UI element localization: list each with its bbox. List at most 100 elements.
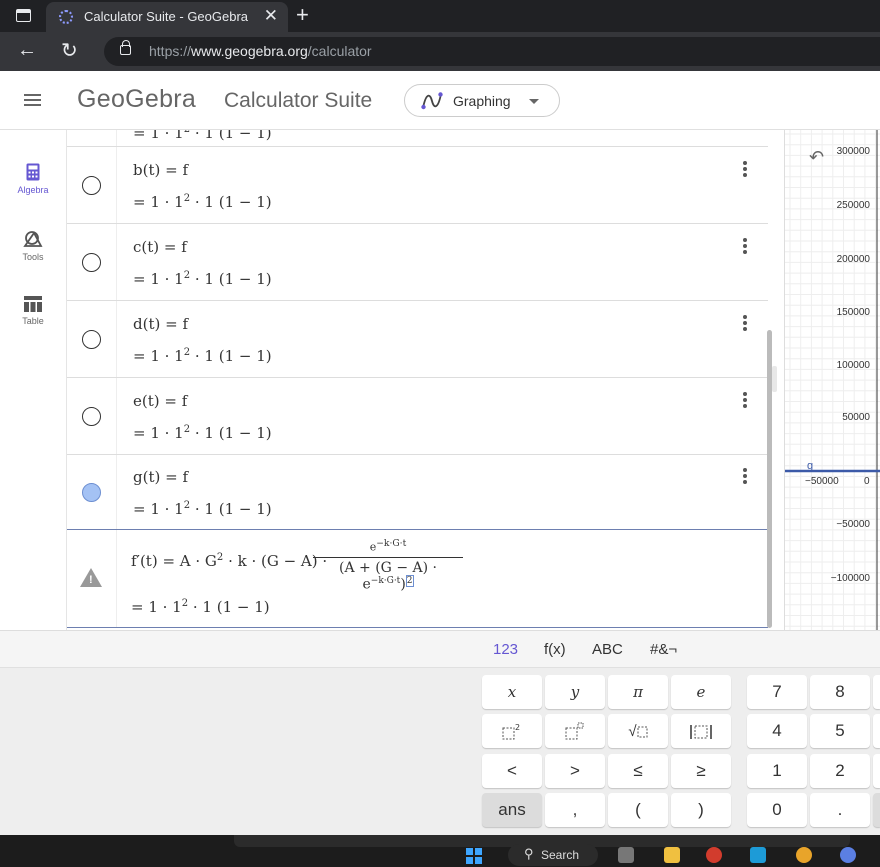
taskbar-search[interactable]: ⚲ Search <box>508 844 598 866</box>
keyboard-tab-123[interactable]: 123 <box>493 641 518 658</box>
more-options-icon[interactable] <box>743 238 747 256</box>
row-definition[interactable]: d(t) = f <box>133 315 188 333</box>
svg-text:2: 2 <box>515 723 520 732</box>
back-arrow-icon[interactable]: ← <box>17 39 37 62</box>
key-sqrt[interactable]: √ <box>608 714 668 748</box>
y-tick-label: 50000 <box>842 412 870 423</box>
key-2[interactable]: 2 <box>810 754 870 788</box>
menu-icon[interactable] <box>24 94 41 107</box>
derivative-fraction[interactable]: e−k·G·t (A + (G − A) · e−k·G·t)2 <box>313 538 463 592</box>
algebra-row-d[interactable]: d(t) = f = 1 · 12 · 1 (1 − 1) <box>67 301 768 378</box>
key-ans[interactable]: ans <box>482 793 542 827</box>
app-switcher-dropdown[interactable]: Graphing <box>404 84 560 117</box>
rail-item-tools[interactable]: Tools <box>0 230 66 280</box>
browser-app-icon[interactable] <box>706 847 722 863</box>
undo-icon[interactable]: ↶ <box>809 147 824 168</box>
key-clipped[interactable] <box>873 675 880 709</box>
new-tab-button[interactable]: + <box>296 3 309 27</box>
table-icon <box>24 296 42 312</box>
algebra-row-b[interactable]: b(t) = f = 1 · 12 · 1 (1 − 1) <box>67 147 768 224</box>
algebra-row-c[interactable]: c(t) = f = 1 · 12 · 1 (1 − 1) <box>67 224 768 301</box>
y-tick-label: 300000 <box>836 146 870 157</box>
x-tick-label: −50000 <box>805 476 839 487</box>
key-5[interactable]: 5 <box>810 714 870 748</box>
key-pi[interactable]: π <box>608 675 668 709</box>
url-text[interactable]: https://www.geogebra.org/calculator <box>149 43 372 59</box>
visibility-toggle[interactable] <box>82 176 101 195</box>
more-options-icon[interactable] <box>743 392 747 410</box>
tab-close-icon[interactable]: ✕ <box>264 6 278 26</box>
app-icon[interactable] <box>796 847 812 863</box>
calculator-icon <box>26 163 40 181</box>
keyboard-tab-symbols[interactable]: #&¬ <box>650 641 677 658</box>
key-x[interactable]: x <box>482 675 542 709</box>
visibility-toggle[interactable] <box>82 483 101 502</box>
row-definition[interactable]: g(t) = f <box>133 468 188 486</box>
more-options-icon[interactable] <box>743 315 747 333</box>
visibility-toggle[interactable] <box>82 407 101 426</box>
key-right-paren[interactable]: ) <box>671 793 731 827</box>
view-resize-handle[interactable] <box>772 366 777 392</box>
row-definition[interactable]: e(t) = f <box>133 392 187 410</box>
row-value: = 1 · 12 · 1 (1 − 1) <box>133 347 272 365</box>
row-definition[interactable]: c(t) = f <box>133 238 187 256</box>
rail-label: Table <box>22 316 44 326</box>
key-clipped[interactable] <box>873 793 880 827</box>
x-tick-label: 0 <box>864 476 870 487</box>
address-bar[interactable]: https://www.geogebra.org/calculator <box>104 37 880 66</box>
suite-title: Calculator Suite <box>224 89 373 112</box>
more-options-icon[interactable] <box>743 468 747 486</box>
key-abs[interactable] <box>671 714 731 748</box>
search-label: Search <box>541 848 580 862</box>
browser-tab[interactable]: Calculator Suite - GeoGebra ✕ <box>46 2 288 32</box>
derivative-definition[interactable]: f′(t) = A · G2 · k · (G − A) · <box>131 552 327 570</box>
key-left-paren[interactable]: ( <box>608 793 668 827</box>
row-definition[interactable]: b(t) = f <box>133 161 188 179</box>
y-tick-label: 250000 <box>836 200 870 211</box>
key-1[interactable]: 1 <box>747 754 807 788</box>
key-clipped[interactable] <box>873 754 880 788</box>
key-greater-equal[interactable]: ≥ <box>671 754 731 788</box>
y-tick-label: 100000 <box>836 360 870 371</box>
object-label-g[interactable]: g <box>807 460 813 472</box>
algebra-row-derivative[interactable]: ! f′(t) = A · G2 · k · (G − A) · e−k·G·t… <box>67 530 768 628</box>
row-value: = 1 · 12 · 1 (1 − 1) <box>133 424 272 442</box>
rail-item-table[interactable]: Table <box>0 296 66 346</box>
key-less-equal[interactable]: ≤ <box>608 754 668 788</box>
algebra-row-g[interactable]: g(t) = f = 1 · 12 · 1 (1 − 1) <box>67 455 768 530</box>
task-view-icon[interactable] <box>618 847 634 863</box>
key-4[interactable]: 4 <box>747 714 807 748</box>
algebra-row-e[interactable]: e(t) = f = 1 · 12 · 1 (1 − 1) <box>67 378 768 455</box>
key-square[interactable]: 2 <box>482 714 542 748</box>
visibility-toggle[interactable] <box>82 330 101 349</box>
tools-icon <box>23 231 43 247</box>
key-decimal[interactable]: . <box>810 793 870 827</box>
store-app-icon[interactable] <box>750 847 766 863</box>
key-less-than[interactable]: < <box>482 754 542 788</box>
lock-icon[interactable] <box>120 40 131 55</box>
windows-start-icon[interactable] <box>466 848 482 864</box>
key-y[interactable]: y <box>545 675 605 709</box>
key-power[interactable] <box>545 714 605 748</box>
keyboard-tab-abc[interactable]: ABC <box>592 641 623 658</box>
file-explorer-icon[interactable] <box>664 847 680 863</box>
key-e[interactable]: e <box>671 675 731 709</box>
row-value: = 1 · 12 · 1 (1 − 1) <box>133 270 272 288</box>
geogebra-favicon-icon <box>59 10 73 24</box>
algebra-row[interactable]: = 1 · 12 · 1 (1 − 1) <box>67 130 768 147</box>
reload-icon[interactable]: ↻ <box>61 38 78 63</box>
visibility-toggle[interactable] <box>82 253 101 272</box>
app-icon[interactable] <box>840 847 856 863</box>
rail-item-algebra[interactable]: Algebra <box>0 163 66 213</box>
app-switcher-label: Graphing <box>453 93 511 109</box>
graphics-view[interactable]: ↶ 300000 250000 200000 150000 100000 500… <box>784 130 880 630</box>
keyboard-tab-functions[interactable]: f(x) <box>544 641 566 658</box>
key-comma[interactable]: , <box>545 793 605 827</box>
more-options-icon[interactable] <box>743 161 747 179</box>
key-greater-than[interactable]: > <box>545 754 605 788</box>
tab-actions-icon[interactable] <box>16 9 31 22</box>
key-7[interactable]: 7 <box>747 675 807 709</box>
key-clipped[interactable] <box>873 714 880 748</box>
key-8[interactable]: 8 <box>810 675 870 709</box>
key-0[interactable]: 0 <box>747 793 807 827</box>
